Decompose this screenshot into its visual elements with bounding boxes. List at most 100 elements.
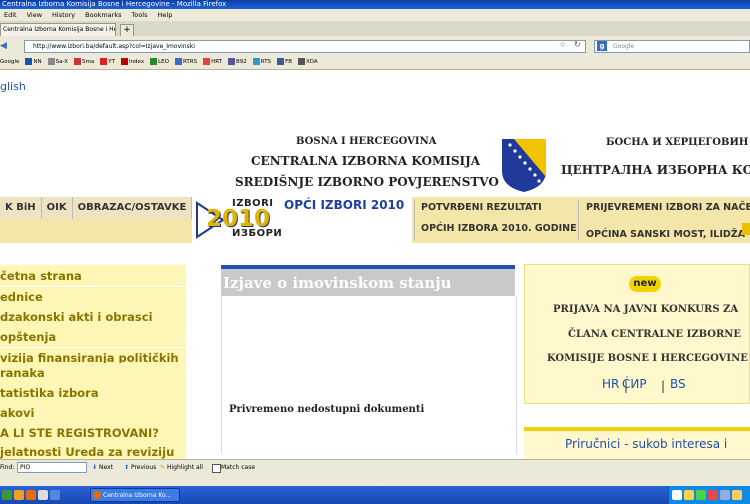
menu-bar: Edit View History Bookmarks Tools Help [0, 9, 750, 21]
sidebar-item-links[interactable]: akovi [0, 403, 186, 424]
back-arrow-icon[interactable]: ◀ [0, 41, 7, 51]
bookmark-index[interactable]: Index [120, 56, 144, 69]
link-cyrillic[interactable]: ĆИР [622, 377, 647, 391]
nav-item-obrazac[interactable]: OBRAZAC/OSTAVKE [73, 197, 193, 219]
tray-icons [672, 490, 742, 500]
bookmark-icon [277, 58, 285, 65]
nav-early-elections-line2[interactable]: OPĆINA SANSKI MOST, ILIDŽA [586, 229, 745, 240]
general-elections-link[interactable]: OPĆI IZBORI 2010 [284, 198, 404, 212]
quick-launch-icon[interactable] [14, 490, 24, 500]
bookmark-star-icon[interactable]: ☆ [559, 40, 566, 49]
nav-divider [578, 200, 579, 240]
main-content-area [221, 296, 517, 454]
find-next-button[interactable]: ⬇ Next [92, 459, 113, 476]
tray-icon[interactable] [708, 490, 718, 500]
announcement-line-3[interactable]: KOMISIJE BOSNE I HERCEGOVINE [547, 353, 748, 364]
menu-help[interactable]: Help [158, 9, 173, 21]
firefox-icon[interactable] [26, 490, 36, 500]
sidebar-item-sessions[interactable]: ednice [0, 287, 186, 308]
match-case-label: Match case [221, 464, 256, 471]
tray-icon[interactable] [672, 490, 682, 500]
quick-launch [2, 490, 60, 500]
bookmark-icon [120, 58, 128, 65]
header-commission-cyrillic: ЦЕНТРАЛНА ИЗБОРНА КО [561, 163, 750, 177]
sidebar-item-bylaws[interactable]: dzakonski akti i obrasci [0, 307, 186, 328]
bookmark-icon [228, 58, 235, 65]
browser-tab[interactable]: Centralna Izborna Komisija Bosne i Herce… [0, 23, 116, 36]
bookmark-sma[interactable]: Sma [73, 56, 94, 69]
bookmark-leo[interactable]: LEO [150, 56, 169, 69]
search-engine-icon[interactable]: g [597, 41, 607, 51]
tray-icon[interactable] [696, 490, 706, 500]
bookmark-icon [174, 58, 182, 65]
search-input[interactable]: Google [594, 40, 750, 53]
new-badge: new [629, 276, 661, 292]
bookmark-sax[interactable]: Sa-X [47, 56, 68, 69]
bookmark-hrt[interactable]: HRT [203, 56, 222, 69]
sidebar-item-party-audit-2[interactable]: ranaka [0, 363, 186, 384]
menu-edit[interactable]: Edit [4, 9, 17, 21]
sidebar-item-announcements[interactable]: opštenja [0, 327, 186, 348]
quick-launch-icon[interactable] [38, 490, 48, 500]
bookmark-google[interactable]: Google [0, 56, 19, 69]
english-language-link[interactable]: glish [0, 80, 26, 93]
status-bar [0, 476, 750, 486]
nav-confirmed-results-line1[interactable]: POTVRĐENI REZULTATI [421, 202, 542, 213]
arrow-up-icon: ⬆ [124, 464, 130, 471]
arrow-down-icon: ⬇ [92, 464, 98, 471]
tray-icon[interactable] [732, 490, 742, 500]
bookmark-icon [25, 58, 33, 65]
header-country-latin: BOSNA I HERCEGOVINA [296, 136, 437, 147]
logo-text-cyrillic: ИЗБОРИ [232, 228, 283, 239]
sidebar-item-home[interactable]: četna strana [0, 266, 186, 287]
bookmark-b92[interactable]: B92 [228, 56, 247, 69]
quick-launch-icon[interactable] [50, 490, 60, 500]
announcement-line-2[interactable]: ČLANA CENTRALNE IZBORNE [568, 329, 741, 340]
bookmark-icon [47, 58, 55, 65]
menu-bookmarks[interactable]: Bookmarks [85, 9, 121, 21]
bookmark-rtrs[interactable]: RTRS [174, 56, 197, 69]
url-input[interactable]: http://www.izbori.ba/default.asp?col=Izj… [24, 40, 586, 53]
announcement-line-1[interactable]: PRIJAVA NA JAVNI KONKURS ZA [553, 304, 738, 315]
firefox-icon [93, 491, 101, 499]
taskbar-firefox-task[interactable]: Centralna Izborna Ko... [90, 488, 180, 502]
find-previous-button[interactable]: ⬆ Previous [124, 459, 156, 476]
nav-early-elections-line1[interactable]: PRIJEVREMENI IZBORI ZA NAČE [586, 202, 750, 213]
link-hr[interactable]: HR [602, 377, 619, 391]
sidebar-item-registered[interactable]: A LI STE REGISTROVANI? [0, 423, 186, 444]
bookmark-icon [100, 58, 108, 65]
tray-icon[interactable] [684, 490, 694, 500]
sidebar-item-statistics[interactable]: tatistika izbora [0, 383, 186, 404]
page-title: Izjave o imovinskom stanju [223, 274, 452, 292]
bookmark-rts[interactable]: RTS [252, 56, 271, 69]
nav-item-oik[interactable]: OIK [42, 197, 73, 219]
bookmark-nn[interactable]: NN [25, 56, 42, 69]
link-separator: | [661, 379, 666, 393]
nav-confirmed-results-line2[interactable]: OPĆIH IZBORA 2010. GODINE [421, 223, 577, 234]
find-label: Find: [0, 464, 15, 471]
nav-divider [414, 200, 415, 240]
manuals-link[interactable]: Priručnici - sukob interesa i [565, 437, 727, 451]
sidebar-menu: četna strana ednice dzakonski akti i obr… [0, 264, 186, 463]
nav-left-group: K BiH OIK OBRAZAC/OSTAVKE [0, 197, 193, 219]
nav-item-cik[interactable]: K BiH [0, 197, 42, 219]
menu-view[interactable]: View [27, 9, 42, 21]
bookmark-icon [203, 58, 211, 65]
reload-icon[interactable]: ↻ [574, 40, 581, 49]
header-commission-croatian: SREDIŠNJE IZBORNO POVJERENSTVO [235, 175, 499, 189]
bookmark-icon [252, 58, 260, 65]
tray-icon[interactable] [720, 490, 730, 500]
highlight-all-button[interactable]: ✎ Highlight all [160, 459, 203, 476]
header-commission-latin: CENTRALNA IZBORNA KOMISIJA [251, 154, 481, 168]
bih-flag-icon [502, 139, 546, 192]
header-country-cyrillic: БОСНА И ХЕРЦЕГОВИН [606, 137, 749, 148]
bookmark-yt[interactable]: YT [100, 56, 115, 69]
bookmark-xda[interactable]: XDA [298, 56, 318, 69]
menu-tools[interactable]: Tools [131, 9, 147, 21]
bookmarks-toolbar: Google NN Sa-X Sma YT Index LEO RTRS HRT… [0, 56, 750, 70]
bookmark-fb[interactable]: FB [277, 56, 292, 69]
menu-history[interactable]: History [52, 9, 75, 21]
find-input[interactable]: PIO [17, 462, 87, 473]
start-icon[interactable] [2, 490, 12, 500]
link-bs[interactable]: BS [670, 377, 686, 391]
